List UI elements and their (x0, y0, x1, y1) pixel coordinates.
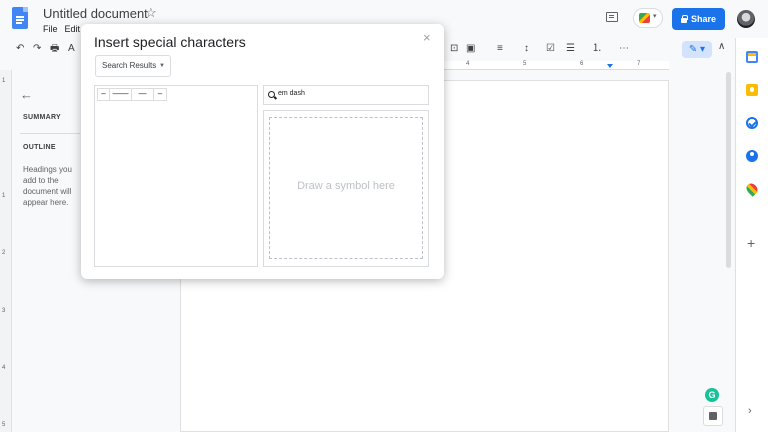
results-panel: – —— — – (94, 85, 258, 267)
lock-icon (680, 14, 688, 23)
ruler-label: 7 (637, 61, 641, 67)
category-select[interactable]: Search Results ▼ (95, 55, 171, 77)
show-side-panel-icon[interactable]: › (748, 405, 752, 417)
vertical-ruler: 1 1 2 3 4 5 (0, 70, 12, 432)
meet-button[interactable]: ▾ (633, 8, 663, 28)
vruler-label: 1 (2, 78, 6, 84)
chevron-down-icon: ▼ (159, 63, 165, 69)
share-button[interactable]: Share (672, 8, 725, 30)
search-icon (268, 91, 275, 98)
calendar-icon[interactable] (746, 51, 758, 63)
numbered-list-icon[interactable]: ⒈ (592, 42, 602, 56)
summary-heading: SUMMARY (23, 114, 62, 121)
category-select-value: Search Results (102, 61, 157, 70)
insert-comment-icon[interactable]: ⊡ (450, 42, 458, 56)
redo-icon[interactable]: ↷ (33, 42, 41, 56)
dialog-title: Insert special characters (94, 34, 246, 50)
outline-hint: Headings you add to the document will ap… (23, 165, 72, 207)
menu-file[interactable]: File (43, 24, 58, 34)
comment-history-icon[interactable] (606, 12, 618, 22)
result-char[interactable]: —— (110, 89, 132, 100)
tasks-icon[interactable] (746, 117, 758, 129)
scrollbar-thumb[interactable] (726, 72, 731, 268)
more-icon[interactable]: ⋯ (619, 42, 629, 56)
collapse-menus-icon[interactable]: ∧ (718, 41, 725, 52)
outline-heading: OUTLINE (23, 144, 56, 151)
add-addon-icon[interactable]: + (747, 235, 755, 251)
keep-icon[interactable] (746, 84, 758, 96)
result-char[interactable]: – (154, 89, 166, 100)
divider (20, 133, 80, 134)
line-spacing-icon[interactable]: ↕ (524, 42, 529, 56)
close-icon[interactable]: × (423, 30, 431, 45)
ruler-label: 4 (466, 61, 470, 67)
draw-canvas[interactable]: Draw a symbol here (269, 117, 423, 259)
contacts-icon[interactable] (746, 150, 758, 162)
back-arrow-icon[interactable]: ← (20, 87, 33, 102)
results-row: – —— — – (97, 88, 167, 101)
grammarly-icon[interactable]: G (705, 388, 719, 402)
ruler-label: 6 (580, 61, 584, 67)
draw-panel: Draw a symbol here (263, 110, 429, 267)
menu-edit[interactable]: Edit (65, 24, 81, 34)
editing-mode-button[interactable]: ✎ ▾ (682, 41, 712, 58)
chevron-down-icon: ▾ (653, 13, 657, 20)
result-char[interactable]: – (98, 89, 110, 100)
bulleted-list-icon[interactable]: ☰ (566, 42, 575, 56)
docs-logo-icon[interactable] (12, 7, 28, 29)
star-icon[interactable]: ☆ (145, 5, 157, 21)
ruler-label: 5 (523, 61, 527, 67)
result-char[interactable]: — (132, 89, 154, 100)
undo-icon[interactable]: ↶ (16, 42, 24, 56)
spellcheck-icon[interactable]: A (68, 42, 75, 56)
align-icon[interactable]: ≡ (497, 42, 503, 56)
share-label: Share (690, 14, 716, 24)
search-input[interactable]: em dash (263, 85, 429, 105)
meet-icon (639, 13, 650, 23)
vruler-label: 3 (2, 308, 6, 314)
avatar[interactable] (737, 10, 755, 28)
special-characters-dialog: Insert special characters × Search Resul… (81, 24, 444, 279)
right-indent-marker[interactable] (607, 64, 613, 68)
document-title[interactable]: Untitled document (43, 6, 148, 21)
vruler-label: 4 (2, 365, 6, 371)
explore-icon[interactable] (703, 406, 723, 426)
print-icon[interactable]: 🖶 (50, 42, 59, 56)
vruler-label: 1 (2, 193, 6, 199)
checklist-icon[interactable]: ☑ (546, 42, 555, 56)
pencil-icon: ✎ (688, 44, 698, 55)
search-input-value: em dash (278, 90, 305, 97)
vruler-label: 5 (2, 422, 6, 428)
insert-image-icon[interactable]: ▣ (466, 42, 475, 56)
vruler-label: 2 (2, 250, 6, 256)
draw-placeholder: Draw a symbol here (297, 180, 395, 192)
